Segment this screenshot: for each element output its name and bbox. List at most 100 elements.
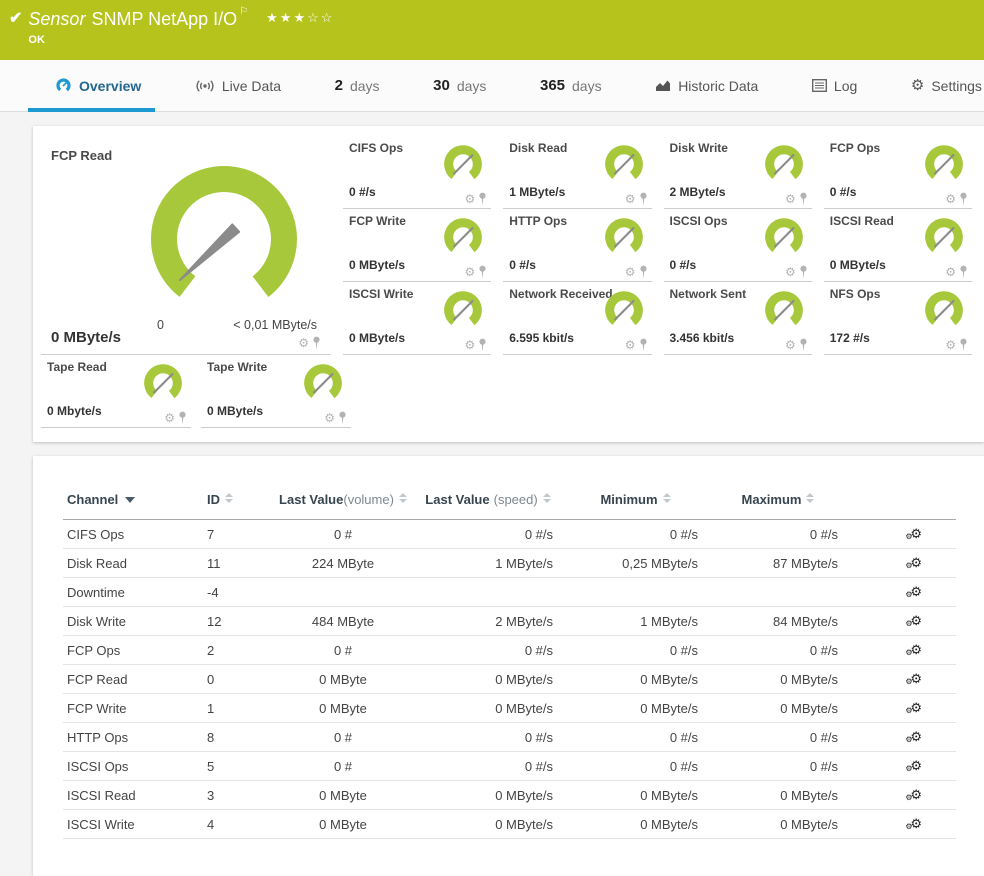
pin-icon[interactable] <box>959 265 968 278</box>
cell-minimum: 0 MByte/s <box>640 787 698 803</box>
channel-settings-icon[interactable]: ⚙ ⚙ <box>905 700 922 716</box>
gauge-tile[interactable]: HTTP Ops 0 #/s ⚙ <box>503 209 652 282</box>
cell-maximum: 0 MByte/s <box>780 671 838 687</box>
channel-settings-icon[interactable]: ⚙ ⚙ <box>905 613 922 629</box>
channel-settings-icon[interactable]: ⚙ ⚙ <box>905 729 922 745</box>
gear-icon[interactable]: ⚙ <box>945 193 956 205</box>
col-header-maximum[interactable]: Maximum <box>708 492 848 520</box>
sort-icon <box>662 493 671 503</box>
tab-historic-data[interactable]: Historic Data <box>655 60 758 111</box>
channel-table-panel: Channel ID Last Value(volume) Last Value… <box>33 456 984 876</box>
gear-icon[interactable]: ⚙ <box>324 412 335 424</box>
pin-icon[interactable] <box>639 192 648 205</box>
mini-gauge-chart <box>439 291 487 333</box>
table-row[interactable]: FCP Ops 2 0 # 0 #/s 0 #/s 0 #/s ⚙ ⚙ <box>63 636 956 665</box>
gear-icon[interactable]: ⚙ <box>625 193 636 205</box>
channel-settings-icon[interactable]: ⚙ ⚙ <box>905 758 922 774</box>
pin-icon[interactable] <box>959 338 968 351</box>
col-header-last-value-volume[interactable]: Last Value(volume) <box>273 492 413 520</box>
cell-last-volume: 0 MByte <box>319 700 367 716</box>
table-row[interactable]: Disk Write 12 484 MByte 2 MByte/s 1 MByt… <box>63 607 956 636</box>
pin-icon[interactable] <box>639 338 648 351</box>
gauge-tile[interactable]: ISCSI Ops 0 #/s ⚙ <box>663 209 812 282</box>
gear-icon[interactable]: ⚙ <box>625 339 636 351</box>
channel-settings-icon[interactable]: ⚙ ⚙ <box>905 584 922 600</box>
gauge-tile[interactable]: FCP Write 0 MByte/s ⚙ <box>343 209 492 282</box>
gauge-tile[interactable]: ISCSI Write 0 MByte/s ⚙ <box>343 282 492 355</box>
cell-last-volume: 484 MByte <box>311 613 375 629</box>
pin-icon[interactable] <box>799 265 808 278</box>
gauge-tile[interactable]: CIFS Ops 0 #/s ⚙ <box>343 136 492 209</box>
table-row[interactable]: CIFS Ops 7 0 # 0 #/s 0 #/s 0 #/s ⚙ ⚙ <box>63 520 956 549</box>
col-header-minimum[interactable]: Minimum <box>563 492 708 520</box>
gear-icon[interactable]: ⚙ <box>945 339 956 351</box>
channel-settings-icon[interactable]: ⚙ ⚙ <box>905 526 922 542</box>
pin-icon[interactable] <box>478 265 487 278</box>
tab-2-days[interactable]: 2 days <box>335 60 380 111</box>
table-row[interactable]: ISCSI Ops 5 0 # 0 #/s 0 #/s 0 #/s ⚙ ⚙ <box>63 752 956 781</box>
mini-gauge-chart <box>139 364 187 406</box>
channel-settings-icon[interactable]: ⚙ ⚙ <box>905 642 922 658</box>
priority-stars[interactable]: ★★★☆☆ <box>266 10 334 26</box>
pin-icon[interactable] <box>639 265 648 278</box>
channel-settings-icon[interactable]: ⚙ ⚙ <box>905 555 922 571</box>
table-row[interactable]: Disk Read 11 224 MByte 1 MByte/s 0,25 MB… <box>63 549 956 578</box>
table-row[interactable]: HTTP Ops 8 0 # 0 #/s 0 #/s 0 #/s ⚙ ⚙ <box>63 723 956 752</box>
table-row[interactable]: FCP Read 0 0 MByte 0 MByte/s 0 MByte/s 0… <box>63 665 956 694</box>
table-row[interactable]: ISCSI Write 4 0 MByte 0 MByte/s 0 MByte/… <box>63 810 956 839</box>
gauge-tile[interactable]: NFS Ops 172 #/s ⚙ <box>823 282 972 355</box>
gear-icon[interactable]: ⚙ <box>164 412 175 424</box>
tab-overview[interactable]: Overview <box>27 60 156 112</box>
pin-icon[interactable] <box>478 192 487 205</box>
tab-365-days[interactable]: 365 days <box>540 60 602 111</box>
flag-icon[interactable]: ⚐ <box>239 6 248 17</box>
gauge-tile[interactable]: ISCSI Read 0 MByte/s ⚙ <box>823 209 972 282</box>
channel-name: ISCSI Write <box>349 287 414 301</box>
table-row[interactable]: FCP Write 1 0 MByte 0 MByte/s 0 MByte/s … <box>63 694 956 723</box>
pin-icon[interactable] <box>312 336 321 349</box>
tab-live-data[interactable]: Live Data <box>195 60 281 111</box>
table-row[interactable]: Downtime -4 ⚙ ⚙ <box>63 578 956 607</box>
gear-icon[interactable]: ⚙ <box>298 337 309 349</box>
mini-gauge-chart <box>920 218 968 260</box>
gear-icon[interactable]: ⚙ <box>625 266 636 278</box>
channel-name: FCP Write <box>349 214 406 228</box>
gear-icon[interactable]: ⚙ <box>785 339 796 351</box>
pin-icon[interactable] <box>799 192 808 205</box>
table-row[interactable]: ISCSI Read 3 0 MByte 0 MByte/s 0 MByte/s… <box>63 781 956 810</box>
gauge-tile[interactable]: Tape Write 0 MByte/s ⚙ <box>201 355 351 428</box>
gauge-tile[interactable]: FCP Ops 0 #/s ⚙ <box>823 136 972 209</box>
channel-name: ISCSI Read <box>829 214 894 228</box>
gear-icon[interactable]: ⚙ <box>945 266 956 278</box>
gauge-tile[interactable]: Disk Read 1 MByte/s ⚙ <box>503 136 652 209</box>
gauge-tile[interactable]: Network Received 6.595 kbit/s ⚙ <box>503 282 652 355</box>
cell-last-volume: 0 # <box>333 758 353 774</box>
cell-id: 11 <box>207 555 221 571</box>
pin-icon[interactable] <box>178 411 187 424</box>
tab-settings[interactable]: ⚙ Settings <box>911 60 982 111</box>
cell-minimum: 0 MByte/s <box>640 700 698 716</box>
pin-icon[interactable] <box>799 338 808 351</box>
col-header-id[interactable]: ID <box>203 492 273 520</box>
gauge-tile[interactable]: Disk Write 2 MByte/s ⚙ <box>663 136 812 209</box>
pin-icon[interactable] <box>338 411 347 424</box>
channel-settings-icon[interactable]: ⚙ ⚙ <box>905 816 922 832</box>
gear-icon[interactable]: ⚙ <box>785 193 796 205</box>
gear-icon[interactable]: ⚙ <box>464 266 475 278</box>
gauge-tile[interactable]: Tape Read 0 Mbyte/s ⚙ <box>41 355 191 428</box>
tab-30-days[interactable]: 30 days <box>433 60 486 111</box>
channel-settings-icon[interactable]: ⚙ ⚙ <box>905 671 922 687</box>
tab-log[interactable]: Log <box>811 60 857 111</box>
mini-gauge-chart <box>600 218 648 260</box>
pin-icon[interactable] <box>959 192 968 205</box>
gear-icon[interactable]: ⚙ <box>464 193 475 205</box>
gauge-tile[interactable]: Network Sent 3.456 kbit/s ⚙ <box>663 282 812 355</box>
pin-icon[interactable] <box>478 338 487 351</box>
cell-minimum: 0 MByte/s <box>640 816 698 832</box>
channel-settings-icon[interactable]: ⚙ ⚙ <box>905 787 922 803</box>
primary-gauge-tile[interactable]: FCP Read 0 < 0,01 MByte/s 0 MByte/s ⚙ <box>41 136 331 355</box>
col-header-last-value-speed[interactable]: Last Value (speed) <box>413 492 563 520</box>
col-header-channel[interactable]: Channel <box>63 492 203 520</box>
gear-icon[interactable]: ⚙ <box>785 266 796 278</box>
gear-icon[interactable]: ⚙ <box>464 339 475 351</box>
